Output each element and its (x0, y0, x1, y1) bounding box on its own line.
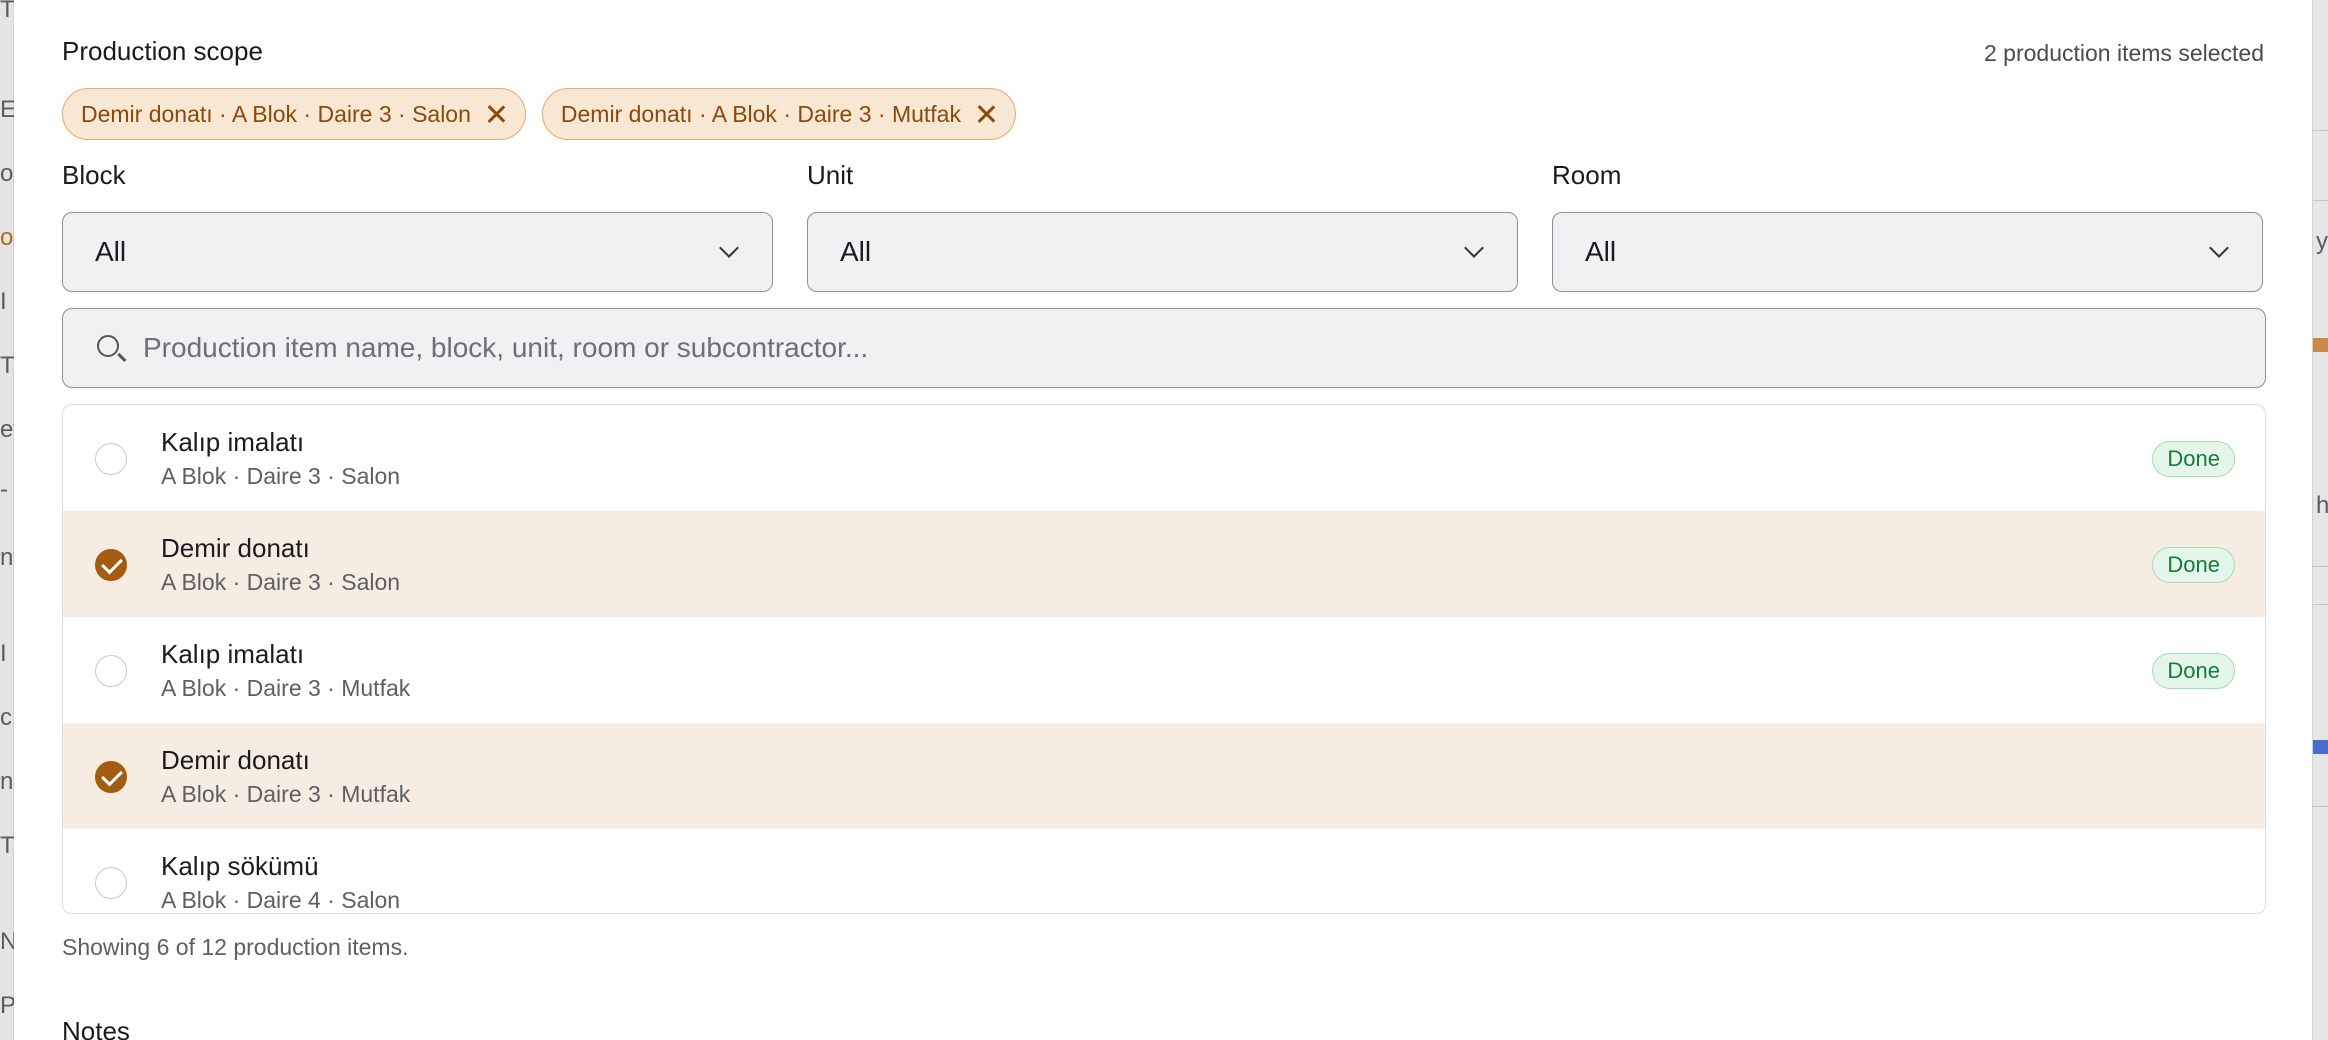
chevron-down-icon (1464, 238, 1484, 258)
block-filter-label: Block (62, 160, 126, 190)
search-input[interactable] (143, 325, 2223, 371)
notes-label: Notes (62, 1016, 130, 1040)
selected-chip: Demir donatı · A Blok · Daire 3 · Salon (62, 88, 526, 140)
item-location: A Blok · Daire 4 · Salon (161, 887, 401, 913)
selected-chip: Demir donatı · A Blok · Daire 3 · Mutfak (541, 88, 1016, 140)
background-text-fragment: c (0, 704, 12, 731)
background-text-fragment: T (0, 832, 14, 859)
background-text-fragment: P (0, 992, 14, 1019)
item-title: Demir donatı (161, 745, 310, 775)
showing-count: Showing 6 of 12 production items. (62, 934, 409, 960)
item-title: Demir donatı (161, 533, 310, 563)
selected-count: 2 production items selected (1984, 40, 2264, 66)
background-progress-bar (2313, 740, 2328, 754)
chip-label: Demir donatı · A Blok · Daire 3 · Mutfak (560, 100, 961, 127)
item-location: A Blok · Daire 3 · Mutfak (161, 675, 411, 701)
close-icon[interactable] (975, 103, 997, 125)
list-item[interactable]: Demir donatı A Blok · Daire 3 · Salon Do… (63, 511, 2265, 617)
background-text-fragment: hi (2316, 492, 2328, 519)
unit-select[interactable]: All (807, 212, 1518, 292)
item-radio-checked[interactable] (95, 549, 127, 581)
status-badge: Done (2152, 547, 2235, 583)
background-text-fragment: y (2316, 228, 2328, 255)
list-item[interactable]: Demir donatı A Blok · Daire 3 · Mutfak (63, 723, 2265, 829)
background-text-fragment: T (0, 352, 14, 379)
item-location: A Blok · Daire 3 · Salon (161, 463, 401, 489)
item-title: Kalıp imalatı (161, 639, 305, 669)
background-text-fragment: et (0, 416, 14, 443)
item-title: Kalıp imalatı (161, 427, 305, 457)
unit-filter-label: Unit (807, 160, 854, 190)
background-text-fragment: nt (0, 544, 14, 571)
item-radio[interactable] (95, 655, 127, 687)
background-divider (2313, 806, 2328, 807)
item-location: A Blok · Daire 3 · Salon (161, 569, 401, 595)
search-icon (97, 335, 119, 357)
item-location: A Blok · Daire 3 · Mutfak (161, 781, 411, 807)
search-box (62, 308, 2266, 388)
background-divider (2313, 566, 2328, 567)
close-icon[interactable] (485, 103, 507, 125)
background-text-fragment: - (0, 476, 8, 503)
background-text-fragment: E (0, 96, 14, 123)
production-scope-dialog: Production scope 2 production items sele… (14, 0, 2312, 1040)
production-item-list[interactable]: Kalıp imalatı A Blok · Daire 3 · Salon D… (62, 404, 2266, 914)
room-select-value: All (1585, 236, 1617, 267)
block-select-value: All (95, 236, 127, 267)
background-progress-bar (2313, 338, 2328, 352)
chevron-down-icon (2209, 238, 2229, 258)
unit-select-value: All (840, 236, 872, 267)
item-title: Kalıp sökümü (161, 851, 319, 881)
background-right-strip (2312, 0, 2328, 1040)
list-item[interactable]: Kalıp imalatı A Blok · Daire 3 · Mutfak … (63, 617, 2265, 723)
background-divider (2313, 604, 2328, 605)
production-scope-label: Production scope (62, 36, 263, 66)
chevron-down-icon (719, 238, 739, 258)
list-item[interactable]: Kalıp sökümü A Blok · Daire 4 · Salon (63, 829, 2265, 913)
status-badge: Done (2152, 441, 2235, 477)
item-radio[interactable] (95, 443, 127, 475)
background-text-fragment: or (0, 160, 14, 187)
list-item[interactable]: Kalıp imalatı A Blok · Daire 3 · Salon D… (63, 405, 2265, 511)
background-text-fragment: N (0, 928, 14, 955)
background-divider (2313, 130, 2328, 131)
background-left-strip (0, 0, 14, 1040)
selected-chips: Demir donatı · A Blok · Daire 3 · Salon … (62, 88, 1016, 140)
status-badge: Done (2152, 653, 2235, 689)
background-divider (2313, 200, 2328, 201)
chip-label: Demir donatı · A Blok · Daire 3 · Salon (81, 100, 471, 127)
room-select[interactable]: All (1552, 212, 2263, 292)
block-select[interactable]: All (62, 212, 773, 292)
item-radio[interactable] (95, 867, 127, 899)
background-text-fragment: I (0, 288, 7, 315)
background-text-fragment: or (0, 224, 14, 251)
background-text-fragment: I (0, 640, 7, 667)
background-text-fragment: n (0, 768, 14, 795)
room-filter-label: Room (1552, 160, 1622, 190)
item-radio-checked[interactable] (95, 761, 127, 793)
background-text-fragment: TI (0, 0, 14, 23)
